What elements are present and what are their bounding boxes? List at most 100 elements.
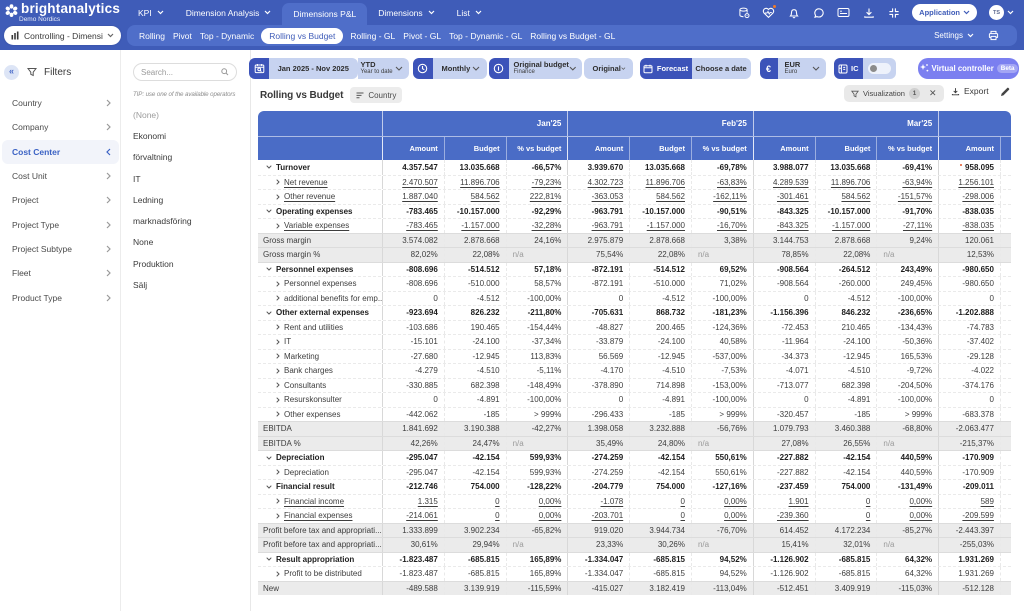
expand-row-icon[interactable]: [276, 571, 280, 577]
visualization-chip[interactable]: Visualization 1 ✕: [844, 85, 944, 102]
row-label-cell[interactable]: Profit to be distributed: [258, 567, 382, 581]
row-label-cell[interactable]: Resurskonsulter: [258, 393, 382, 407]
budget-info-button[interactable]: [489, 58, 509, 79]
currency-dropdown[interactable]: EUR Euro: [778, 58, 826, 79]
row-label-cell[interactable]: Personnel expenses: [258, 263, 382, 277]
report-tab-rolling-vs-budget[interactable]: Rolling vs Budget: [261, 28, 343, 44]
filter-category-project-type[interactable]: Project Type: [0, 212, 121, 236]
report-tab-rolling[interactable]: Rolling: [135, 31, 169, 41]
report-tab-pivot-gl[interactable]: Pivot - GL: [399, 31, 445, 41]
collapse-row-icon[interactable]: [266, 267, 272, 271]
report-tab-rolling-gl[interactable]: Rolling - GL: [346, 31, 399, 41]
filter-category-company[interactable]: Company: [0, 115, 121, 139]
period-dropdown[interactable]: Monthly: [433, 58, 487, 79]
expand-row-icon[interactable]: [276, 295, 280, 301]
filter-category-cost-center[interactable]: Cost Center: [2, 140, 119, 164]
ic-button[interactable]: IC: [834, 58, 863, 79]
virtual-controller-button[interactable]: Virtual controller Beta: [918, 58, 1019, 79]
row-label-cell[interactable]: Turnover: [258, 160, 382, 175]
expand-icon[interactable]: [887, 6, 900, 19]
expand-row-icon[interactable]: [276, 368, 280, 374]
period-icon-button[interactable]: [413, 58, 433, 79]
row-label-cell[interactable]: Net revenue: [258, 176, 382, 190]
expand-row-icon[interactable]: [276, 498, 280, 504]
heart-pulse-icon[interactable]: [762, 6, 775, 19]
collapse-row-icon[interactable]: [266, 485, 272, 489]
ytd-dropdown[interactable]: YTD Year to date: [358, 58, 409, 79]
expand-row-icon[interactable]: [276, 324, 280, 330]
expand-row-icon[interactable]: [276, 281, 280, 287]
report-tab-top-dynamic[interactable]: Top - Dynamic: [196, 31, 258, 41]
expand-row-icon[interactable]: [276, 179, 280, 185]
collapse-row-icon[interactable]: [266, 311, 272, 315]
column-header--vs-budget[interactable]: % vs budget: [691, 137, 753, 160]
column-header-budget[interactable]: Budget: [444, 137, 506, 160]
filter-value-item[interactable]: marknadsföring: [133, 210, 245, 231]
expand-row-icon[interactable]: [276, 382, 280, 388]
view-selector[interactable]: Controlling - Dimensio...: [4, 26, 121, 45]
filter-value-item[interactable]: None: [133, 232, 245, 253]
database-gear-icon[interactable]: [737, 6, 750, 19]
row-label-cell[interactable]: Consultants: [258, 379, 382, 393]
budget-version-dropdown[interactable]: Original: [584, 58, 633, 79]
row-label-cell[interactable]: Financial result: [258, 480, 382, 494]
filter-value-item[interactable]: Ledning: [133, 189, 245, 210]
row-label-cell[interactable]: Depreciation: [258, 451, 382, 465]
download-icon[interactable]: [862, 6, 875, 19]
application-button[interactable]: Application: [912, 4, 977, 21]
column-header-amount[interactable]: Amount: [567, 137, 629, 160]
expand-row-icon[interactable]: [276, 411, 280, 417]
column-header-amount[interactable]: Amount: [382, 137, 444, 160]
report-tab-top-dynamic-gl[interactable]: Top - Dynamic - GL: [445, 31, 526, 41]
filter-value-item[interactable]: IT: [133, 168, 245, 189]
row-label-cell[interactable]: Variable expenses: [258, 219, 382, 233]
filter-category-project-subtype[interactable]: Project Subtype: [0, 237, 121, 261]
collapse-filters-button[interactable]: «: [4, 65, 19, 80]
export-button[interactable]: Export: [951, 86, 989, 96]
row-label-cell[interactable]: IT: [258, 335, 382, 349]
row-label-cell[interactable]: Other external expenses: [258, 306, 382, 320]
expand-row-icon[interactable]: [276, 194, 280, 200]
row-label-cell[interactable]: Marketing: [258, 350, 382, 364]
column-header--vs-budget[interactable]: % vs budget: [506, 137, 568, 160]
bell-icon[interactable]: [787, 6, 800, 19]
report-tab-rolling-vs-budget-gl[interactable]: Rolling vs Budget - GL: [526, 31, 619, 41]
filter-value-item[interactable]: Sälj: [133, 274, 245, 295]
filter-category-product-type[interactable]: Product Type: [0, 285, 121, 309]
row-label-cell[interactable]: Personnel expenses: [258, 277, 382, 291]
report-tab-pivot[interactable]: Pivot: [169, 31, 196, 41]
card-icon[interactable]: [837, 6, 850, 19]
currency-symbol-button[interactable]: €: [760, 58, 778, 79]
row-label-cell[interactable]: Depreciation: [258, 466, 382, 480]
row-label-cell[interactable]: additional benefits for emp...: [258, 292, 382, 306]
row-label-cell[interactable]: Rent and utilities: [258, 321, 382, 335]
filter-value-item[interactable]: (None): [133, 104, 245, 125]
close-icon[interactable]: ✕: [929, 89, 937, 98]
chat-icon[interactable]: [812, 6, 825, 19]
collapse-row-icon[interactable]: [266, 557, 272, 561]
filter-category-project[interactable]: Project: [0, 188, 121, 212]
calendar-search-button[interactable]: [249, 58, 269, 79]
nav-item-dimensions[interactable]: Dimensions: [367, 0, 445, 25]
filter-value-item[interactable]: Produktion: [133, 253, 245, 274]
user-menu[interactable]: TS: [989, 5, 1014, 20]
collapse-row-icon[interactable]: [266, 209, 272, 213]
column-header-amount[interactable]: Amount: [938, 137, 1000, 160]
edit-icon[interactable]: [1000, 87, 1010, 97]
expand-row-icon[interactable]: [276, 397, 280, 403]
filter-category-cost-unit[interactable]: Cost Unit: [0, 164, 121, 188]
nav-item-dimension-analysis[interactable]: Dimension Analysis: [175, 0, 283, 25]
settings-button[interactable]: Settings: [934, 31, 974, 40]
date-range-button[interactable]: Jan 2025 - Nov 2025: [269, 58, 358, 79]
ic-toggle[interactable]: [868, 63, 891, 74]
row-label-cell[interactable]: Operating expenses: [258, 205, 382, 219]
search-input[interactable]: [141, 68, 221, 77]
budget-dropdown[interactable]: Original budget Finance: [509, 58, 582, 79]
filter-value-item[interactable]: förvaltning: [133, 147, 245, 168]
nav-item-dimensions-p-l[interactable]: Dimensions P&L: [282, 3, 367, 25]
expand-row-icon[interactable]: [276, 339, 280, 345]
nav-item-list[interactable]: List: [446, 0, 493, 25]
column-header-budget[interactable]: Budget: [629, 137, 691, 160]
row-label-cell[interactable]: Financial income: [258, 495, 382, 509]
collapse-row-icon[interactable]: [266, 165, 272, 169]
